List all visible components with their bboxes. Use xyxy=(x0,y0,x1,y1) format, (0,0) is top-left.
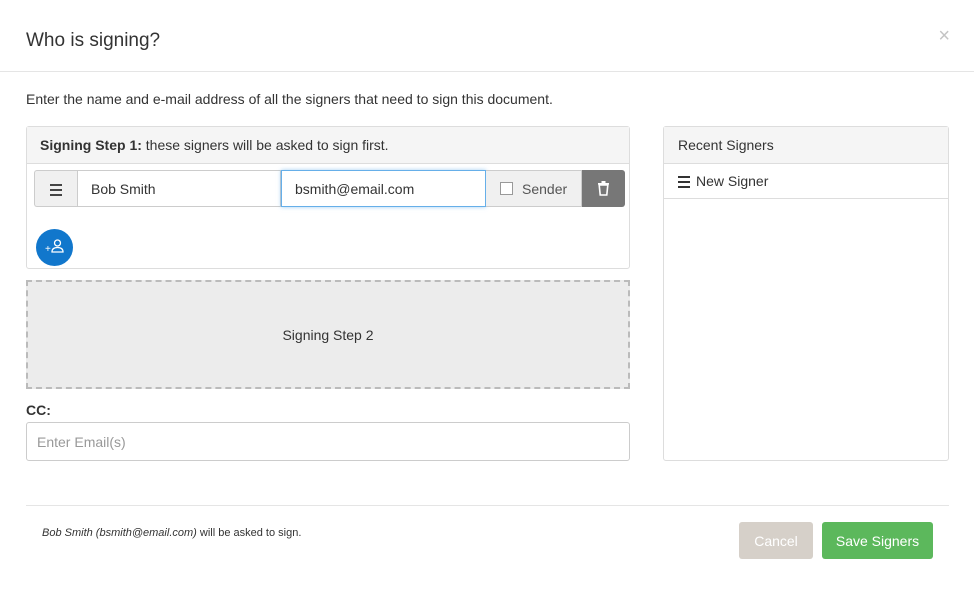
close-icon[interactable]: × xyxy=(938,26,950,46)
footer-summary: Bob Smith (bsmith@email.com) will be ask… xyxy=(42,527,301,539)
signer-name-input[interactable] xyxy=(77,170,281,207)
sender-checkbox[interactable] xyxy=(500,182,513,195)
add-person-icon: + xyxy=(45,239,64,255)
signing-step-1-panel: Signing Step 1: these signers will be as… xyxy=(26,126,630,269)
cc-email-input[interactable] xyxy=(26,422,630,461)
cancel-button[interactable]: Cancel xyxy=(739,522,813,559)
recent-signers-panel: Recent Signers New Signer xyxy=(663,126,949,461)
svg-text:+: + xyxy=(45,244,51,255)
new-signer-label: New Signer xyxy=(696,173,769,189)
recent-signers-title: Recent Signers xyxy=(664,127,948,164)
save-signers-button[interactable]: Save Signers xyxy=(822,522,933,559)
step-1-label: Signing Step 1: xyxy=(40,137,142,153)
sender-label: Sender xyxy=(522,180,568,197)
footer-divider xyxy=(26,505,949,506)
summary-text: will be asked to sign. xyxy=(196,527,302,539)
step-1-description: these signers will be asked to sign firs… xyxy=(141,137,389,153)
signing-step-1-heading: Signing Step 1: these signers will be as… xyxy=(27,127,629,164)
signer-row: Sender xyxy=(34,170,625,207)
signing-step-2-label: Signing Step 2 xyxy=(282,326,374,343)
dialog-title: Who is signing? xyxy=(26,30,161,51)
signer-email-input[interactable] xyxy=(281,170,486,207)
signing-step-2-dropzone[interactable]: Signing Step 2 xyxy=(26,280,630,389)
cc-label: CC: xyxy=(26,402,51,418)
list-icon xyxy=(678,176,690,188)
delete-signer-button[interactable] xyxy=(582,170,625,207)
instructions-text: Enter the name and e-mail address of all… xyxy=(26,91,553,107)
sender-checkbox-group[interactable]: Sender xyxy=(486,170,582,207)
drag-handle-icon[interactable] xyxy=(34,170,77,207)
summary-signer: Bob Smith (bsmith@email.com) xyxy=(42,527,197,539)
add-signer-button[interactable]: + xyxy=(36,229,73,266)
modal-header: Who is signing? × xyxy=(0,0,974,72)
trash-icon xyxy=(598,181,609,196)
new-signer-item[interactable]: New Signer xyxy=(664,164,948,199)
